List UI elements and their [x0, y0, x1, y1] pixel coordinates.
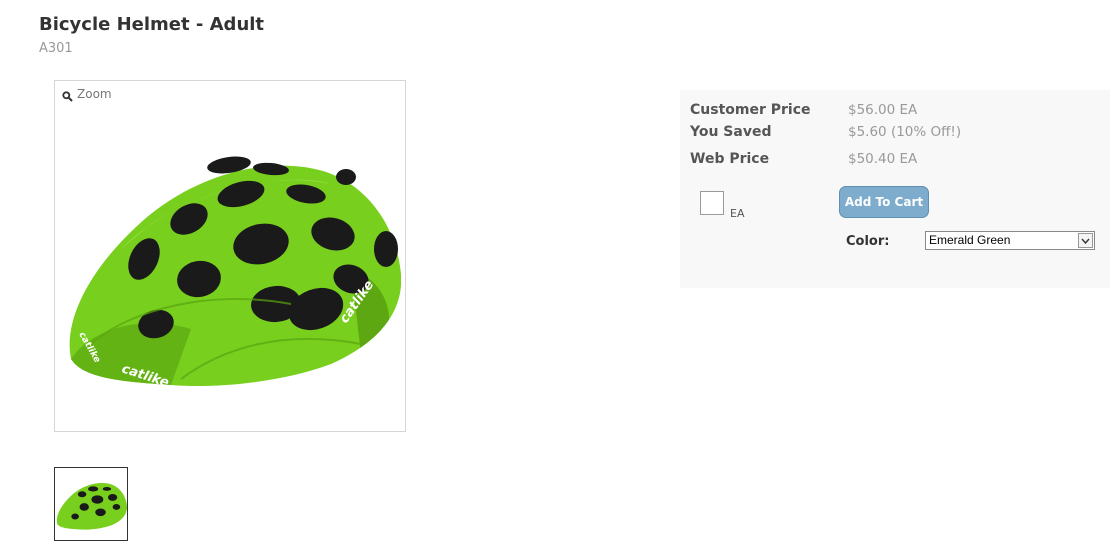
color-label: Color: — [846, 234, 890, 249]
add-to-cart-button[interactable]: Add To Cart — [839, 186, 929, 218]
price-panel: Customer Price $56.00 EA You Saved $5.60… — [680, 90, 1110, 288]
customer-price-value: $56.00 EA — [848, 102, 918, 118]
color-selected-value: Emerald Green — [929, 233, 1011, 247]
web-price-value: $50.40 EA — [848, 151, 918, 167]
product-image-frame[interactable]: Zoom catlike catlike catlike — [54, 80, 406, 432]
web-price-label: Web Price — [690, 151, 770, 167]
zoom-label: Zoom — [77, 87, 112, 101]
product-sku: A301 — [39, 41, 73, 56]
you-saved-label: You Saved — [690, 124, 772, 140]
helmet-thumbnail-image — [56, 482, 127, 530]
helmet-image[interactable]: catlike catlike catlike — [61, 139, 401, 391]
color-select[interactable]: Emerald Green — [925, 231, 1095, 250]
zoom-link[interactable]: Zoom — [62, 87, 112, 102]
magnifier-icon — [62, 91, 73, 102]
quantity-input[interactable] — [700, 191, 724, 215]
customer-price-label: Customer Price — [690, 102, 811, 118]
you-saved-value: $5.60 (10% Off!) — [848, 124, 962, 140]
product-thumbnail[interactable] — [54, 467, 128, 541]
product-title: Bicycle Helmet - Adult — [39, 14, 265, 35]
unit-of-measure-label: EA — [730, 207, 745, 220]
chevron-down-icon[interactable] — [1078, 233, 1093, 248]
